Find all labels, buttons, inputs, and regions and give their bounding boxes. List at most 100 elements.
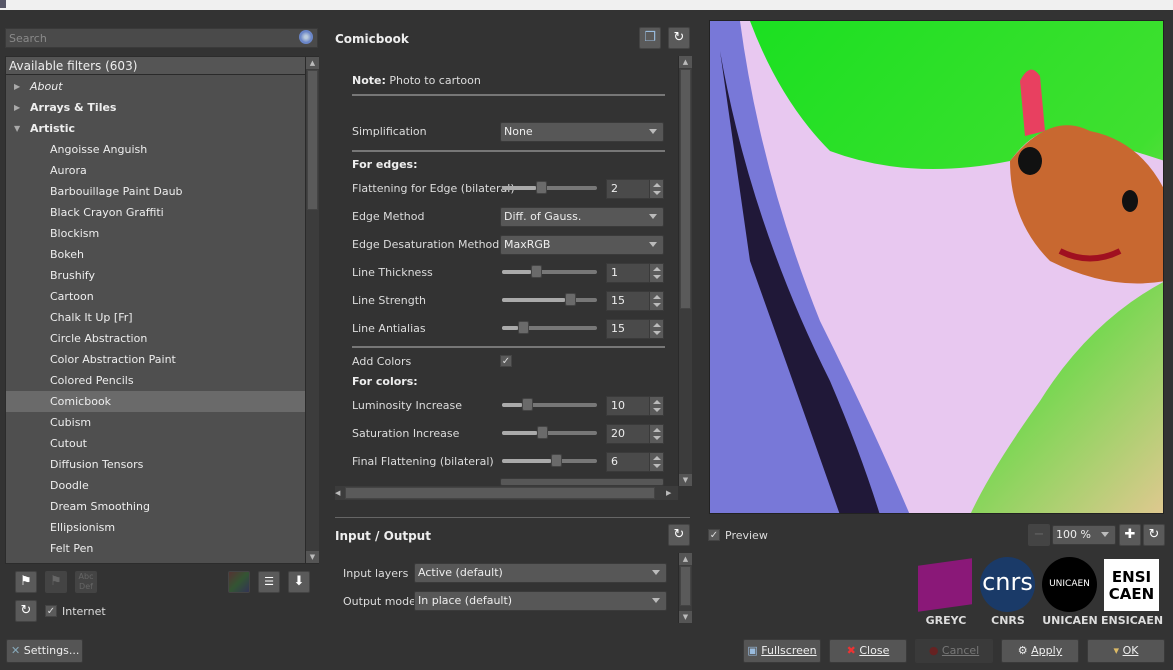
scroll-up-icon[interactable]: ▲: [679, 56, 692, 68]
collapsed-icon[interactable]: ▶: [14, 76, 20, 97]
final-flattening-spinbox[interactable]: 6: [606, 452, 664, 472]
line-thickness-spinbox[interactable]: 1: [606, 263, 664, 283]
add-colors-checkbox[interactable]: ✓: [500, 355, 512, 367]
preview-image[interactable]: [709, 20, 1164, 514]
filter-item[interactable]: Colored Pencils: [6, 370, 306, 391]
slider-handle[interactable]: [536, 181, 547, 194]
flattening-edge-slider[interactable]: [502, 181, 597, 194]
spin-arrows-icon[interactable]: [649, 320, 663, 338]
color-button[interactable]: [228, 571, 250, 593]
saturation-slider[interactable]: [502, 426, 597, 439]
zoom-select[interactable]: 100 %: [1052, 525, 1116, 545]
filter-item[interactable]: Aurora: [6, 160, 306, 181]
spin-arrows-icon[interactable]: [649, 264, 663, 282]
scroll-up-icon[interactable]: ▲: [679, 553, 692, 565]
luminosity-slider[interactable]: [502, 398, 597, 411]
spin-arrows-icon[interactable]: [649, 180, 663, 198]
filter-item[interactable]: Ellipsionism: [6, 517, 306, 538]
hscroll-thumb[interactable]: [345, 487, 655, 499]
filter-item[interactable]: Cartoon: [6, 286, 306, 307]
output-mode-select[interactable]: In place (default): [414, 591, 667, 611]
line-strength-spinbox[interactable]: 15: [606, 291, 664, 311]
edge-desat-select[interactable]: MaxRGB: [500, 235, 664, 255]
params-scrollbar[interactable]: ▲ ▼: [678, 56, 692, 486]
filter-item[interactable]: Cubism: [6, 412, 306, 433]
zoom-out-button[interactable]: −: [1028, 524, 1050, 546]
filter-item[interactable]: Dream Smoothing: [6, 496, 306, 517]
copy-button[interactable]: ❐: [639, 27, 661, 49]
slider-handle[interactable]: [518, 321, 529, 334]
internet-checkbox[interactable]: ✓: [45, 605, 57, 617]
remove-favorite-button[interactable]: ⚑: [45, 571, 67, 593]
filter-category[interactable]: ▼ Artistic: [6, 118, 306, 139]
scroll-down-icon[interactable]: ▼: [679, 611, 692, 623]
params-hscrollbar[interactable]: ◀ ▶: [335, 486, 678, 500]
refresh-preview-button[interactable]: ↻: [1143, 524, 1165, 546]
line-thickness-slider[interactable]: [502, 265, 597, 278]
reset-params-button[interactable]: ↻: [668, 27, 690, 49]
spin-arrows-icon[interactable]: [649, 425, 663, 443]
spin-arrows-icon[interactable]: [649, 292, 663, 310]
splitter[interactable]: [335, 517, 690, 518]
scroll-thumb[interactable]: [680, 566, 691, 606]
filter-item[interactable]: Doodle: [6, 475, 306, 496]
filter-item[interactable]: Angoisse Anguish: [6, 139, 306, 160]
line-antialias-slider[interactable]: [502, 321, 597, 334]
filter-item[interactable]: Chalk It Up [Fr]: [6, 307, 306, 328]
line-antialias-spinbox[interactable]: 15: [606, 319, 664, 339]
add-favorite-button[interactable]: ⚑: [15, 571, 37, 593]
slider-handle[interactable]: [565, 293, 576, 306]
luminosity-spinbox[interactable]: 10: [606, 396, 664, 416]
refresh-filters-button[interactable]: ↻: [15, 600, 37, 622]
line-strength-slider[interactable]: [502, 293, 597, 306]
search-input[interactable]: Search: [5, 28, 318, 48]
cancel-button[interactable]: ● Cancel: [915, 639, 993, 663]
input-layers-select[interactable]: Active (default): [414, 563, 667, 583]
color-effect-select[interactable]: [500, 478, 664, 486]
preview-checkbox[interactable]: ✓: [708, 529, 720, 541]
ok-button[interactable]: ▾ OK: [1087, 639, 1165, 663]
expand-button[interactable]: ⬇: [288, 571, 310, 593]
filter-item[interactable]: Diffusion Tensors: [6, 454, 306, 475]
apply-button[interactable]: ⚙ Apply: [1001, 639, 1079, 663]
saturation-spinbox[interactable]: 20: [606, 424, 664, 444]
fullscreen-button[interactable]: ▣ Fullscreen: [743, 639, 821, 663]
spin-arrows-icon[interactable]: [649, 453, 663, 471]
filter-item[interactable]: Blockism: [6, 223, 306, 244]
simplification-select[interactable]: None: [500, 122, 664, 142]
filter-item[interactable]: Brushify: [6, 265, 306, 286]
filter-item[interactable]: Color Abstraction Paint: [6, 349, 306, 370]
filter-category[interactable]: ▶ Arrays & Tiles: [6, 97, 306, 118]
zoom-in-button[interactable]: ✚: [1119, 524, 1141, 546]
filter-item[interactable]: Cutout: [6, 433, 306, 454]
scroll-down-icon[interactable]: ▼: [306, 551, 319, 563]
spin-arrows-icon[interactable]: [649, 397, 663, 415]
expanded-icon[interactable]: ▼: [14, 118, 20, 139]
slider-handle[interactable]: [551, 454, 562, 467]
filter-tree-header[interactable]: Available filters (603): [6, 57, 306, 75]
settings-button[interactable]: ✕ Settings...: [6, 639, 83, 663]
scroll-thumb[interactable]: [307, 70, 318, 210]
filter-category[interactable]: ▶ About: [6, 76, 306, 97]
close-button[interactable]: ✖ Close: [829, 639, 907, 663]
filter-item[interactable]: Black Crayon Graffiti: [6, 202, 306, 223]
flattening-edge-spinbox[interactable]: 2: [606, 179, 664, 199]
filter-tree-scrollbar[interactable]: ▲ ▼: [305, 57, 319, 563]
filter-item[interactable]: Bokeh: [6, 244, 306, 265]
filter-item[interactable]: Barbouillage Paint Daub: [6, 181, 306, 202]
rename-button[interactable]: Abc Def: [75, 571, 97, 593]
filter-item[interactable]: Comicbook: [6, 391, 306, 412]
slider-handle[interactable]: [531, 265, 542, 278]
filter-item[interactable]: Circle Abstraction: [6, 328, 306, 349]
filter-item[interactable]: Felt Pen: [6, 538, 306, 559]
slider-handle[interactable]: [522, 398, 533, 411]
scroll-up-icon[interactable]: ▲: [306, 57, 319, 69]
collapsed-icon[interactable]: ▶: [14, 97, 20, 118]
slider-handle[interactable]: [537, 426, 548, 439]
scroll-left-icon[interactable]: ◀: [335, 486, 345, 500]
scroll-thumb[interactable]: [680, 69, 691, 309]
edge-method-select[interactable]: Diff. of Gauss.: [500, 207, 664, 227]
toggle-list-button[interactable]: ☰: [258, 571, 280, 593]
io-scrollbar[interactable]: ▲ ▼: [678, 553, 692, 623]
reset-io-button[interactable]: ↻: [668, 524, 690, 546]
